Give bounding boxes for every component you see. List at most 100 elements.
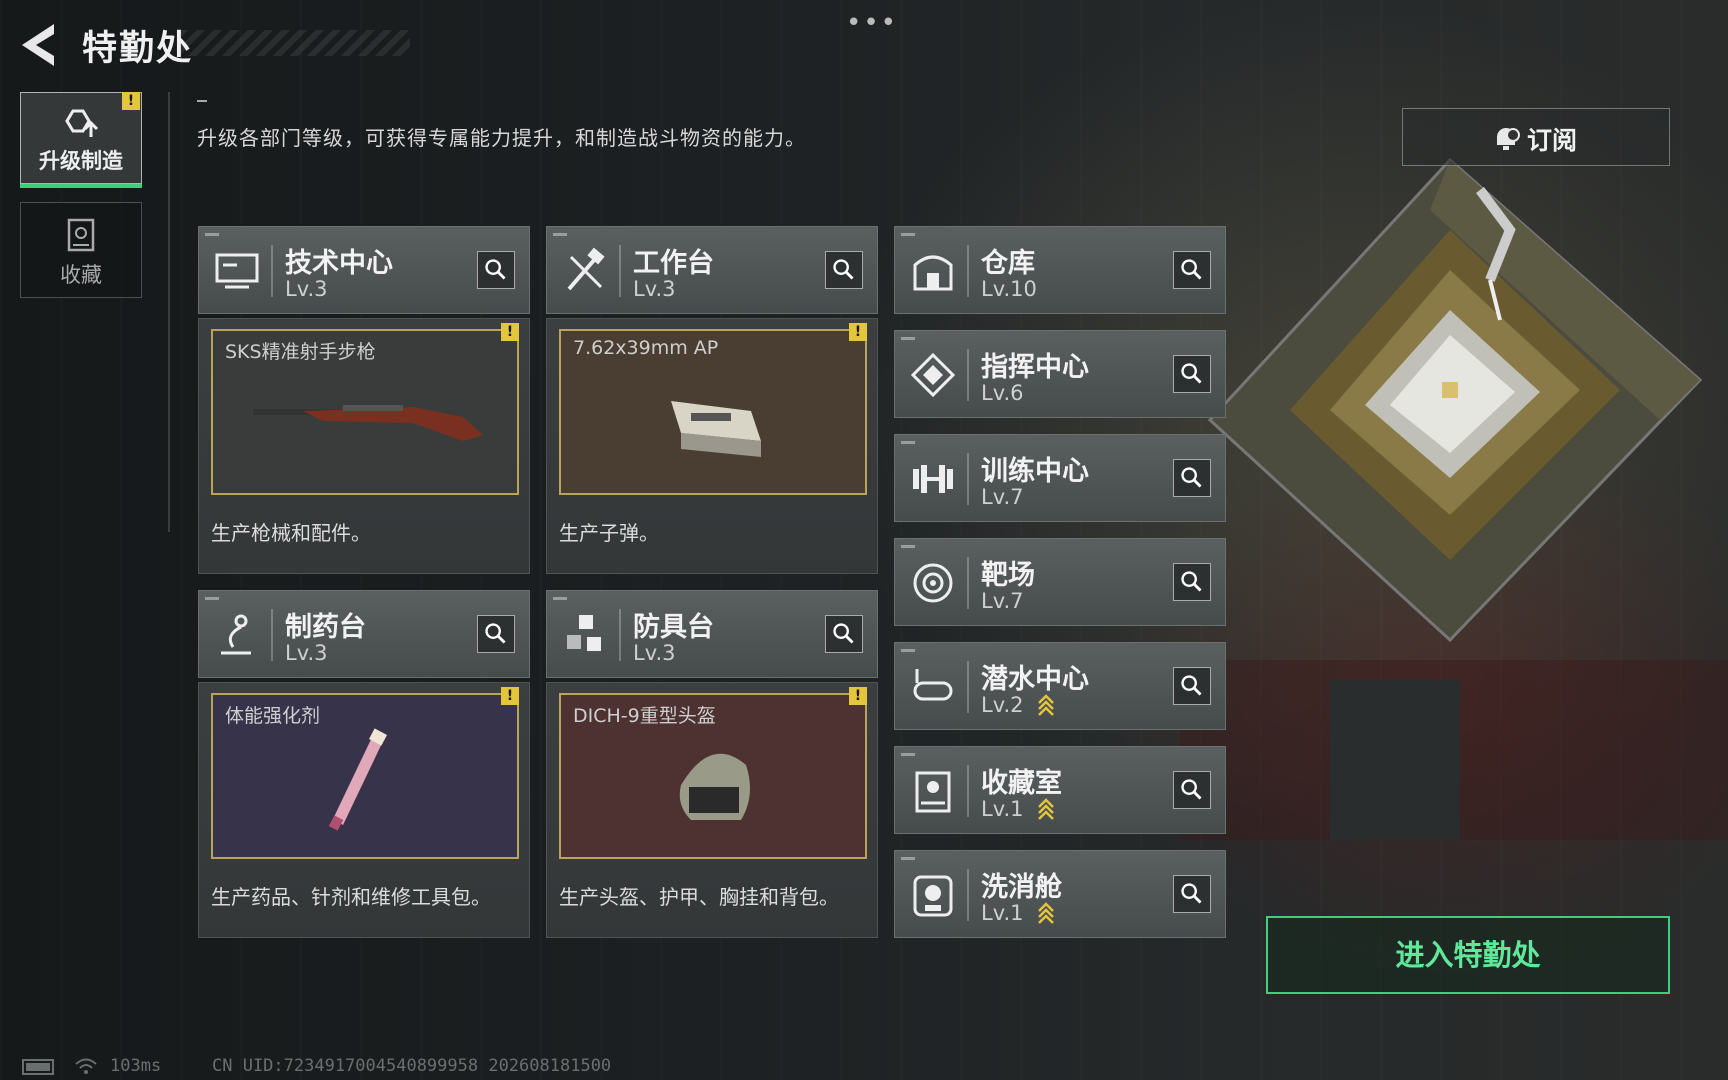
battery-icon [22,1059,54,1075]
dept-level: Lv.6 [981,381,1024,405]
item-alert-badge: ! [849,687,867,705]
divider [168,92,170,532]
dept-level: Lv.7 [981,589,1024,613]
dept-level: Lv.3 [285,277,328,301]
back-arrow-icon[interactable] [20,22,60,68]
production-panel-workbench: 7.62x39mm AP ! 生产子弹。 [546,318,878,574]
separator [967,765,969,817]
search-icon[interactable] [1173,459,1211,497]
search-icon[interactable] [1173,251,1211,289]
separator [271,609,273,661]
diving-mask-icon [913,669,953,701]
item-alert-badge: ! [849,323,867,341]
dept-level: Lv.2 [981,693,1024,717]
dept-item[interactable]: 潜水中心 Lv.2 [894,642,1226,730]
search-icon[interactable] [477,615,515,653]
dept-description: 生产头盔、护甲、胸挂和背包。 [559,885,839,909]
tab-alert-badge: ! [122,92,140,110]
user-uid: CN UID:7234917004540899958 202608181500 [212,1056,612,1076]
status-footer: 103ms CN UID:7234917004540899958 2026081… [0,1054,1728,1080]
wifi-icon [75,1058,97,1074]
search-icon[interactable] [1173,355,1211,393]
dept-item[interactable]: 收藏室 Lv.1 [894,746,1226,834]
page-description: 升级各部门等级，可获得专属能力提升，和制造战斗物资的能力。 [197,126,806,150]
dept-item[interactable]: 洗消舱 Lv.1 [894,850,1226,938]
ammo-box-icon [671,401,761,457]
dept-item[interactable]: 训练中心 Lv.7 [894,434,1226,522]
item-name: 体能强化剂 [225,705,321,727]
craft-item-slot[interactable]: 7.62x39mm AP [559,329,867,495]
dept-item[interactable]: 仓库 Lv.10 [894,226,1226,314]
search-icon[interactable] [1173,771,1211,809]
corner-mark [901,545,915,548]
search-icon[interactable] [477,251,515,289]
corner-mark [901,337,915,340]
craft-item-slot[interactable]: 体能强化剂 [211,693,519,859]
corner-mark [901,753,915,756]
corner-mark [901,233,915,236]
blocks-icon [567,615,601,651]
dept-tech-center[interactable]: 技术中心 Lv.3 [198,226,530,314]
chip-icon [910,352,956,398]
dept-pharmacy[interactable]: 制药台 Lv.3 [198,590,530,678]
tab-collection[interactable]: 收藏 [20,202,142,298]
dept-level: Lv.7 [981,485,1024,509]
dept-level: Lv.1 [981,797,1024,821]
search-icon[interactable] [825,615,863,653]
tab-collection-label: 收藏 [60,263,102,287]
subscribe-button[interactable]: 订阅 [1402,108,1670,166]
dept-item[interactable]: 靶场 Lv.7 [894,538,1226,626]
upgrade-icon [65,109,99,137]
dept-name: 训练中心 [981,456,1089,487]
microscope-icon [221,614,251,655]
dept-item[interactable]: 指挥中心 Lv.6 [894,330,1226,418]
monitor-icon [215,253,259,289]
corner-mark [553,597,567,600]
separator [619,609,621,661]
title-decoration [180,30,410,56]
dept-level: Lv.1 [981,901,1024,925]
production-panel-pharmacy: 体能强化剂 ! 生产药品、针剂和维修工具包。 [198,682,530,938]
dept-name: 制药台 [285,612,366,643]
more-options-icon[interactable]: ••• [846,8,898,38]
dept-level: Lv.3 [285,641,328,665]
dept-name: 收藏室 [981,768,1062,799]
dept-level: Lv.3 [633,641,676,665]
search-icon[interactable] [1173,667,1211,705]
separator [967,245,969,297]
collection-room-icon [915,771,951,813]
subscribe-label: 订阅 [1527,126,1578,155]
item-name: DICH-9重型头盔 [573,705,716,727]
dept-description: 生产子弹。 [559,521,659,545]
separator [967,869,969,921]
page-title: 特勤处 [82,29,194,69]
helmet-icon [679,753,750,820]
ping-readout: 103ms [110,1056,162,1076]
dept-workbench[interactable]: 工作台 Lv.3 [546,226,878,314]
dept-name: 指挥中心 [981,352,1089,383]
separator [967,557,969,609]
enter-special-ops-button[interactable]: 进入特勤处 [1266,916,1670,994]
dept-description: 生产枪械和配件。 [211,521,371,545]
search-icon[interactable] [825,251,863,289]
warehouse-icon [913,255,953,291]
bell-icon [1497,128,1520,150]
dept-level: Lv.10 [981,277,1037,301]
target-icon [913,563,953,603]
corner-mark [901,857,915,860]
active-tab-indicator [20,184,142,188]
item-name: SKS精准射手步枪 [225,341,376,363]
search-icon[interactable] [1173,563,1211,601]
dept-armor-bench[interactable]: 防具台 Lv.3 [546,590,878,678]
dept-name: 仓库 [981,248,1035,279]
special-ops-cube-artwork [1180,157,1728,840]
tools-icon [567,247,605,291]
description-marker [197,100,207,102]
dept-name: 洗消舱 [981,872,1062,903]
production-panel-armor-bench: DICH-9重型头盔 ! 生产头盔、护甲、胸挂和背包。 [546,682,878,938]
injector-icon [328,728,387,831]
collection-icon [67,218,95,252]
craft-item-slot[interactable]: DICH-9重型头盔 [559,693,867,859]
search-icon[interactable] [1173,875,1211,913]
craft-item-slot[interactable]: SKS精准射手步枪 [211,329,519,495]
